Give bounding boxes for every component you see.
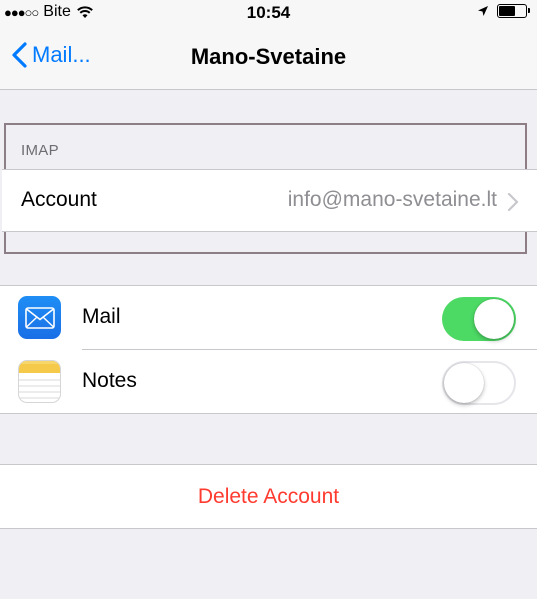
page-title: Mano-Svetaine [190,44,347,69]
app-toggles-section: Mail Notes [0,285,537,414]
notes-icon [18,360,61,403]
mail-toggle[interactable] [442,297,516,341]
account-row[interactable]: Account info@mano-svetaine.lt [2,169,537,232]
notes-toggle-row: Notes [0,350,537,414]
notes-label: Notes [82,369,137,392]
navigation-bar: Mail... Mano-Svetaine [0,26,537,90]
delete-account-label: Delete Account [197,484,340,508]
delete-account-button[interactable]: Delete Account [0,464,537,529]
toggle-knob [444,363,484,403]
imap-section: IMAP Account info@mano-svetaine.lt [2,123,537,254]
toggle-knob [474,299,514,339]
notes-toggle[interactable] [442,361,516,405]
mail-icon [18,296,61,339]
clock: 10:54 [246,3,291,22]
chevron-right-icon [507,192,519,212]
battery-level [499,6,515,16]
status-bar: ●●●○○ Bite 10:54 [0,0,537,26]
battery-icon [497,4,530,18]
account-label: Account [21,188,97,211]
mail-label: Mail [82,305,121,328]
status-indicators [477,4,530,18]
location-arrow-icon [478,6,488,16]
mail-toggle-row: Mail [0,286,537,350]
account-email: info@mano-svetaine.lt [287,188,497,211]
section-header-imap: IMAP [21,142,59,159]
